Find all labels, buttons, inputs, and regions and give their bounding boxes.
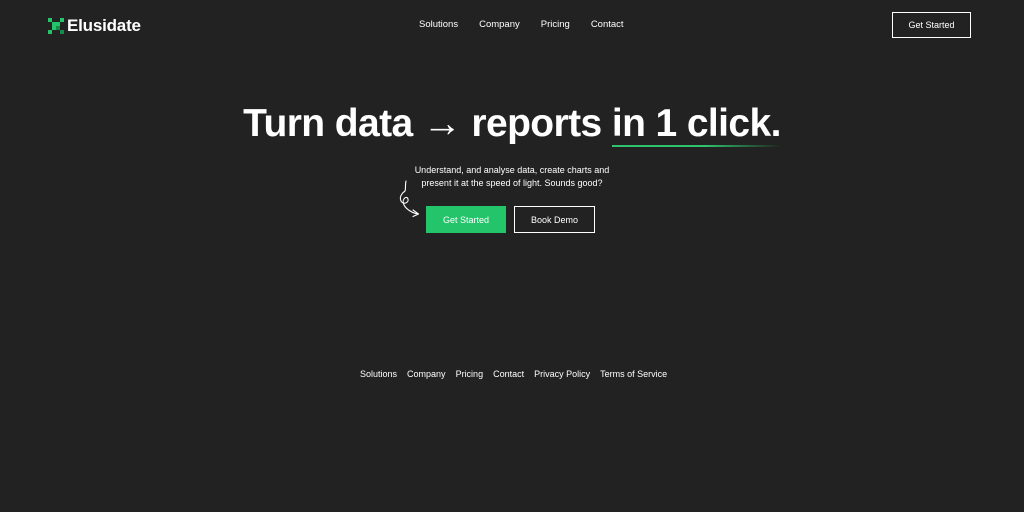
hero-title: Turn data → reports in 1 click. (0, 100, 1024, 148)
footer-link-solutions[interactable]: Solutions (360, 369, 397, 379)
nav-item-solutions[interactable]: Solutions (419, 19, 458, 30)
hero-title-highlight-text: in 1 click. (611, 102, 782, 145)
hero-subtitle: Understand, and analyse data, create cha… (0, 164, 1024, 190)
footer-link-company[interactable]: Company (407, 369, 446, 379)
nav-item-company[interactable]: Company (479, 19, 520, 30)
footer-link-privacy-policy[interactable]: Privacy Policy (534, 369, 590, 379)
hero-title-main: Turn data → reports (243, 102, 612, 145)
pixel-grid-logo-icon (48, 18, 64, 34)
hero-subtitle-line-2: present it at the speed of light. Sounds… (421, 178, 603, 188)
book-demo-button[interactable]: Book Demo (514, 206, 595, 233)
hero-subtitle-line-1: Understand, and analyse data, create cha… (414, 165, 610, 175)
footer-link-contact[interactable]: Contact (493, 369, 524, 379)
brand-logo[interactable]: Elusidate (48, 15, 141, 37)
hero-title-highlight: in 1 click. (611, 100, 782, 148)
footer-links: Solutions Company Pricing Contact Privac… (360, 369, 667, 379)
footer-link-terms-of-service[interactable]: Terms of Service (600, 369, 667, 379)
footer-link-pricing[interactable]: Pricing (456, 369, 484, 379)
squiggle-arrow-icon (399, 180, 420, 218)
highlight-underline (611, 145, 781, 147)
hero-get-started-button[interactable]: Get Started (426, 206, 506, 233)
header-get-started-button[interactable]: Get Started (892, 12, 971, 38)
brand-name: Elusidate (67, 16, 141, 35)
main-nav: Solutions Company Pricing Contact (419, 19, 624, 30)
nav-item-contact[interactable]: Contact (591, 19, 624, 30)
nav-item-pricing[interactable]: Pricing (541, 19, 570, 30)
landing-page: Elusidate Solutions Company Pricing Cont… (0, 0, 1024, 512)
